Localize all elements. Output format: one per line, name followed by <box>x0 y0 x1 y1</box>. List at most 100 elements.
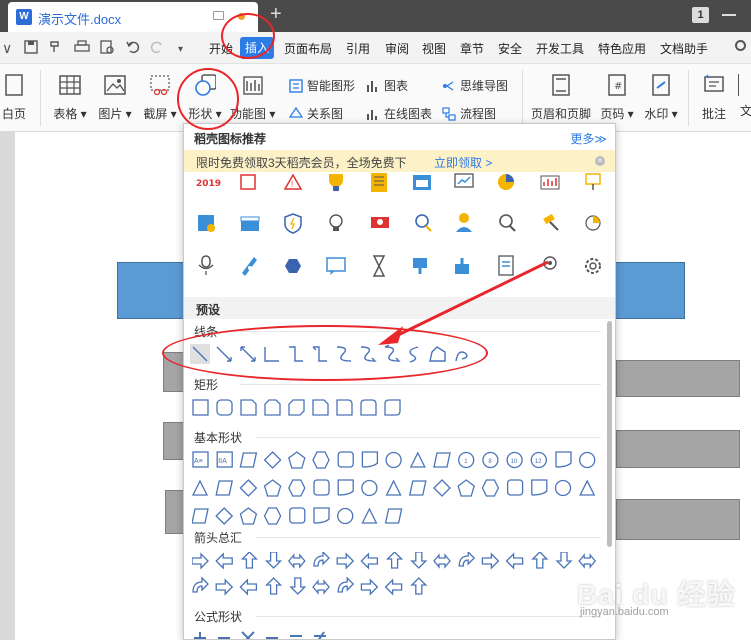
triangle-shape[interactable] <box>192 479 209 496</box>
triangle-shape[interactable] <box>579 479 596 496</box>
menu-doc-assistant[interactable]: 文档助手 <box>660 40 708 57</box>
cover-page-button[interactable]: 白页 <box>0 74 34 122</box>
notebook-icon[interactable] <box>371 173 387 192</box>
plaque-shape[interactable] <box>313 507 330 524</box>
cash-icon[interactable] <box>371 217 389 228</box>
more-ribbon-button[interactable]: 文 <box>738 74 751 119</box>
lightbulb-icon[interactable] <box>329 214 343 231</box>
block-arrow-shape[interactable] <box>265 552 283 569</box>
oval-shape[interactable] <box>361 479 378 497</box>
gray-rectangle-shape[interactable] <box>616 430 740 468</box>
print-icon[interactable] <box>74 40 90 54</box>
hexagon-shape[interactable] <box>288 479 306 497</box>
flow-chart-button[interactable]: 流程图 <box>442 105 496 122</box>
snip-corner-rectangle-shape[interactable] <box>240 399 257 416</box>
block-arrow-shape[interactable] <box>384 578 403 596</box>
block-arrow-shape[interactable] <box>265 577 283 595</box>
gear-icon[interactable] <box>585 258 601 274</box>
parallelogram-shape[interactable] <box>215 480 234 496</box>
rounded-rectangle-shape[interactable] <box>216 399 233 416</box>
parallelogram-shape[interactable] <box>239 452 258 468</box>
frame-shape[interactable] <box>337 451 354 468</box>
award-icon[interactable] <box>585 173 601 190</box>
browser-window-icon[interactable] <box>413 175 431 190</box>
block-arrow-shape[interactable] <box>336 552 355 570</box>
pentagon-shape[interactable] <box>457 479 475 497</box>
shop-building-icon[interactable] <box>198 215 215 232</box>
table-button[interactable]: 表格 ▾ <box>50 74 90 122</box>
watermark-button[interactable]: 水印 ▾ <box>642 74 680 122</box>
menu-security[interactable]: 安全 <box>498 40 522 57</box>
snip-diagonal-rectangle-shape[interactable] <box>288 399 305 416</box>
hexagon-shape[interactable] <box>481 479 500 497</box>
snip-same-side-rectangle-shape[interactable] <box>264 399 281 416</box>
not-equal-shape[interactable] <box>314 631 326 640</box>
block-arrow-shape[interactable] <box>531 552 549 569</box>
trophy-icon[interactable] <box>329 174 343 191</box>
triangle-shape[interactable] <box>361 507 378 524</box>
parallelogram-shape[interactable] <box>408 480 427 496</box>
microphone-icon[interactable] <box>198 255 214 275</box>
minimize-button[interactable] <box>722 14 736 16</box>
pentagon-shape[interactable] <box>288 451 306 469</box>
user-avatar-icon[interactable] <box>456 213 472 232</box>
block-arrow-shape[interactable] <box>337 576 355 593</box>
diamond-shape[interactable] <box>263 451 282 469</box>
block-arrow-shape[interactable] <box>215 578 234 596</box>
magnifier-icon[interactable] <box>499 214 516 232</box>
block-arrow-shape[interactable] <box>410 577 428 595</box>
thumbs-down-icon[interactable] <box>413 258 427 274</box>
chat-bubble-icon[interactable] <box>326 257 346 275</box>
snip-round-rectangle-shape[interactable] <box>312 399 329 416</box>
diamond-shape[interactable] <box>215 507 234 525</box>
menu-view[interactable]: 视图 <box>422 40 446 57</box>
map-pin-icon[interactable] <box>543 256 557 270</box>
plaque-shape[interactable] <box>531 479 548 496</box>
diamond-shape[interactable] <box>239 479 258 497</box>
multiply-shape[interactable] <box>241 631 255 640</box>
quick-access-dropdown-icon[interactable]: ▾ <box>178 42 183 58</box>
presentation-board-icon[interactable] <box>454 173 474 188</box>
block-arrow-shape[interactable] <box>192 552 209 570</box>
block-arrow-shape[interactable] <box>360 552 379 570</box>
plaque-shape[interactable] <box>361 451 379 468</box>
triangle-shape[interactable] <box>385 479 402 496</box>
plaque-shape[interactable] <box>555 451 572 468</box>
pie-chart-icon[interactable] <box>498 174 514 190</box>
chevron-left-icon[interactable]: ∨ <box>2 40 12 56</box>
oval-shape[interactable] <box>554 479 572 497</box>
new-tab-button[interactable]: + <box>270 3 282 25</box>
block-arrow-shape[interactable] <box>458 552 476 567</box>
pentagon-shape[interactable] <box>239 507 258 525</box>
block-arrow-shape[interactable] <box>481 552 500 570</box>
block-arrow-shape[interactable] <box>410 552 428 569</box>
more-icons-link[interactable]: 更多≫ <box>570 130 607 147</box>
block-arrow-shape[interactable] <box>360 578 379 596</box>
search-person-icon[interactable] <box>415 214 432 232</box>
hexagon-shape[interactable] <box>312 451 330 469</box>
gauge-chart-icon[interactable] <box>585 215 601 231</box>
smart-shape-button[interactable]: 智能图形 <box>289 77 355 94</box>
chart-button[interactable]: 图表 <box>366 77 408 94</box>
frame-shape[interactable] <box>289 507 306 524</box>
frame-shape[interactable] <box>313 479 330 496</box>
block-arrow-shape[interactable] <box>289 577 307 595</box>
redo-icon[interactable] <box>150 40 164 54</box>
block-arrow-shape[interactable] <box>578 553 597 569</box>
menu-special-apps[interactable]: 特色应用 <box>598 40 646 57</box>
shield-bolt-icon[interactable] <box>284 213 302 234</box>
document-card-icon[interactable] <box>498 255 514 276</box>
undo-icon[interactable] <box>126 40 140 54</box>
round-single-corner-rectangle-shape[interactable] <box>336 399 353 416</box>
header-footer-button[interactable]: 页眉和页脚 <box>528 74 594 122</box>
block-arrow-shape[interactable] <box>433 553 451 569</box>
hexagon-shape[interactable] <box>263 507 282 525</box>
format-painter-icon[interactable] <box>48 40 62 54</box>
store-icon[interactable] <box>240 216 260 231</box>
search-icon[interactable] <box>735 40 746 51</box>
block-arrow-shape[interactable] <box>313 552 330 567</box>
hexagon-code-icon[interactable] <box>285 259 301 273</box>
rectangle-shape[interactable] <box>192 399 209 416</box>
menu-references[interactable]: 引用 <box>346 40 370 57</box>
menu-review[interactable]: 审阅 <box>385 40 409 57</box>
